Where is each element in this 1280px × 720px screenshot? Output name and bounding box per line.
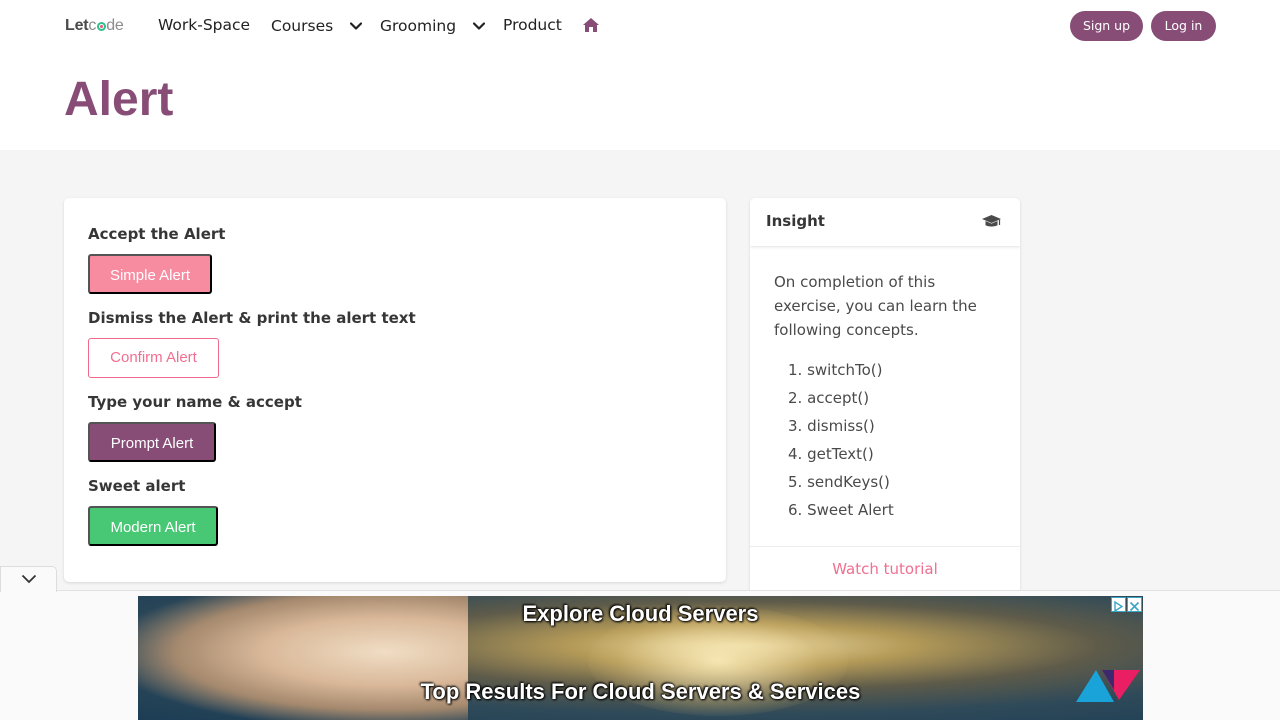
nav-item-courses[interactable]: Courses	[271, 16, 363, 35]
prompt-alert-button[interactable]: Prompt Alert	[88, 422, 216, 462]
accept-alert-label: Accept the Alert	[88, 225, 226, 243]
page-title: Alert	[64, 73, 174, 126]
list-item: 5. sendKeys()	[788, 473, 890, 491]
ad-collapse-toggle[interactable]	[0, 566, 57, 592]
insight-header: Insight	[750, 198, 1020, 246]
chevron-down-icon	[350, 16, 363, 34]
sign-up-button[interactable]: Sign up	[1070, 11, 1143, 41]
nav-item-work-space[interactable]: Work-Space	[158, 16, 250, 34]
nav-item-label: Grooming	[380, 17, 457, 35]
ad-brand-logo-icon	[1074, 668, 1140, 708]
nav-item-grooming[interactable]: Grooming	[380, 16, 486, 35]
list-item: 1. switchTo()	[788, 361, 883, 379]
logo-text-c: c	[88, 17, 97, 34]
concept-label: Sweet Alert	[807, 501, 894, 519]
alerts-card: Accept the Alert Simple Alert Dismiss th…	[64, 198, 726, 582]
hero-section: Alert	[0, 52, 1280, 150]
watch-tutorial-link[interactable]: Watch tutorial	[750, 560, 1020, 578]
concept-label: getText()	[807, 445, 874, 463]
ad-close-icon[interactable]	[1127, 597, 1142, 612]
ad-subline: Top Results For Cloud Servers & Services	[420, 679, 861, 704]
chevron-down-icon	[472, 16, 486, 34]
insight-intro: On completion of this exercise, you can …	[774, 273, 977, 339]
home-icon[interactable]	[582, 17, 600, 37]
list-item: 6. Sweet Alert	[788, 501, 894, 519]
list-item: 2. accept()	[788, 389, 870, 407]
navbar: Letc de Work-Space Courses Grooming Produ…	[0, 0, 1280, 52]
log-in-button[interactable]: Log in	[1151, 11, 1216, 41]
insight-card: Insight On completion of this exercise, …	[750, 198, 1020, 598]
concept-label: accept()	[807, 389, 870, 407]
ad-banner[interactable]: Explore Cloud Servers Top Results For Cl…	[138, 596, 1143, 720]
dismiss-alert-label: Dismiss the Alert & print the alert text	[88, 309, 416, 327]
concept-label: dismiss()	[807, 417, 875, 435]
confirm-alert-button[interactable]: Confirm Alert	[88, 338, 219, 378]
sweet-alert-label: Sweet alert	[88, 477, 186, 495]
list-item: 3. dismiss()	[788, 417, 875, 435]
nav-item-label: Courses	[271, 17, 334, 35]
graduation-cap-icon	[981, 214, 1002, 233]
simple-alert-button[interactable]: Simple Alert	[88, 254, 212, 294]
logo-text-de: de	[106, 17, 124, 34]
list-item: 4. getText()	[788, 445, 874, 463]
insight-title: Insight	[766, 212, 825, 230]
concept-label: sendKeys()	[807, 473, 890, 491]
logo-o-mark-icon	[96, 22, 106, 31]
prompt-alert-label: Type your name & accept	[88, 393, 302, 411]
ad-choices-icon[interactable]	[1111, 597, 1126, 613]
nav-item-product[interactable]: Product	[503, 16, 562, 34]
concept-label: switchTo()	[807, 361, 883, 379]
nav-item-label: Product	[503, 16, 562, 34]
letcode-logo[interactable]: Letc de	[65, 17, 124, 35]
nav-item-label: Work-Space	[158, 16, 251, 34]
logo-text-let: Let	[65, 17, 89, 34]
modern-alert-button[interactable]: Modern Alert	[88, 506, 218, 546]
insight-concept-list: 1. switchTo() 2. accept() 3. dismiss() 4…	[788, 358, 894, 526]
chevron-down-icon	[21, 574, 37, 584]
ad-headline: Explore Cloud Servers	[522, 601, 759, 626]
